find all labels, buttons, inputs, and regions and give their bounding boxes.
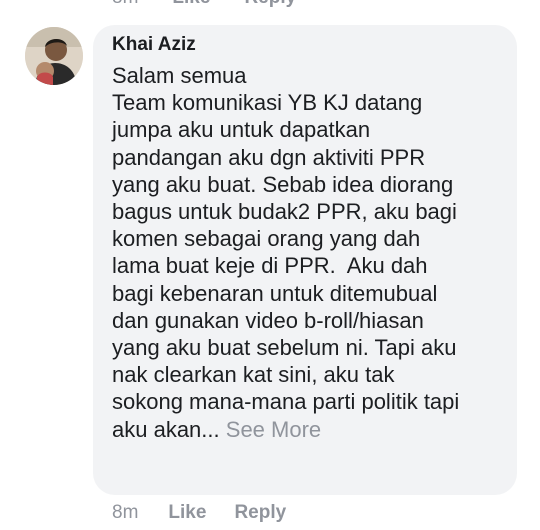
comment-line: jumpa aku untuk dapatkan <box>112 117 371 143</box>
previous-comment-reply-button[interactable]: Reply <box>244 0 296 8</box>
previous-comment-actions: 8m Like Reply <box>112 0 330 9</box>
comment-line: sokong mana-mana parti politik tapi <box>112 389 460 415</box>
avatar[interactable] <box>25 27 83 85</box>
comment-line: lama buat keje di PPR. Aku dah <box>112 253 428 279</box>
comment-line: dan gunakan video b-roll/hiasan <box>112 307 424 333</box>
comment-time: 8m <box>112 502 139 523</box>
comment-line: yang aku buat. Sebab idea diorang <box>112 171 454 197</box>
comment-line: nak clearkan kat sini, aku tak <box>112 362 395 388</box>
comment-line: komen sebagai orang yang dah <box>112 226 421 252</box>
previous-comment-like-button[interactable]: Like <box>172 0 210 8</box>
comment-line: pandangan aku dgn aktiviti PPR <box>112 144 426 170</box>
previous-comment-time: 8m <box>112 0 138 8</box>
comment-text: Salam semua Team komunikasi YB KJ datang… <box>112 62 512 443</box>
comment-line: yang aku buat sebelum ni. Tapi aku <box>112 335 457 361</box>
comment-line: bagus untuk budak2 PPR, aku bagi <box>112 199 457 225</box>
comment-line: Team komunikasi YB KJ datang <box>112 90 423 116</box>
comment-line: Salam semua <box>112 63 247 88</box>
comment-author-name[interactable]: Khai Aziz <box>112 34 196 56</box>
like-button[interactable]: Like <box>168 502 206 523</box>
avatar-photo-icon <box>25 27 83 85</box>
comment-line: aku akan... <box>112 416 220 442</box>
see-more-link[interactable]: See More <box>226 417 321 442</box>
comment-line: bagi kebenaran untuk ditemubual <box>112 280 438 306</box>
comment-actions: 8m Like Reply <box>112 502 314 524</box>
reply-button[interactable]: Reply <box>234 502 286 523</box>
